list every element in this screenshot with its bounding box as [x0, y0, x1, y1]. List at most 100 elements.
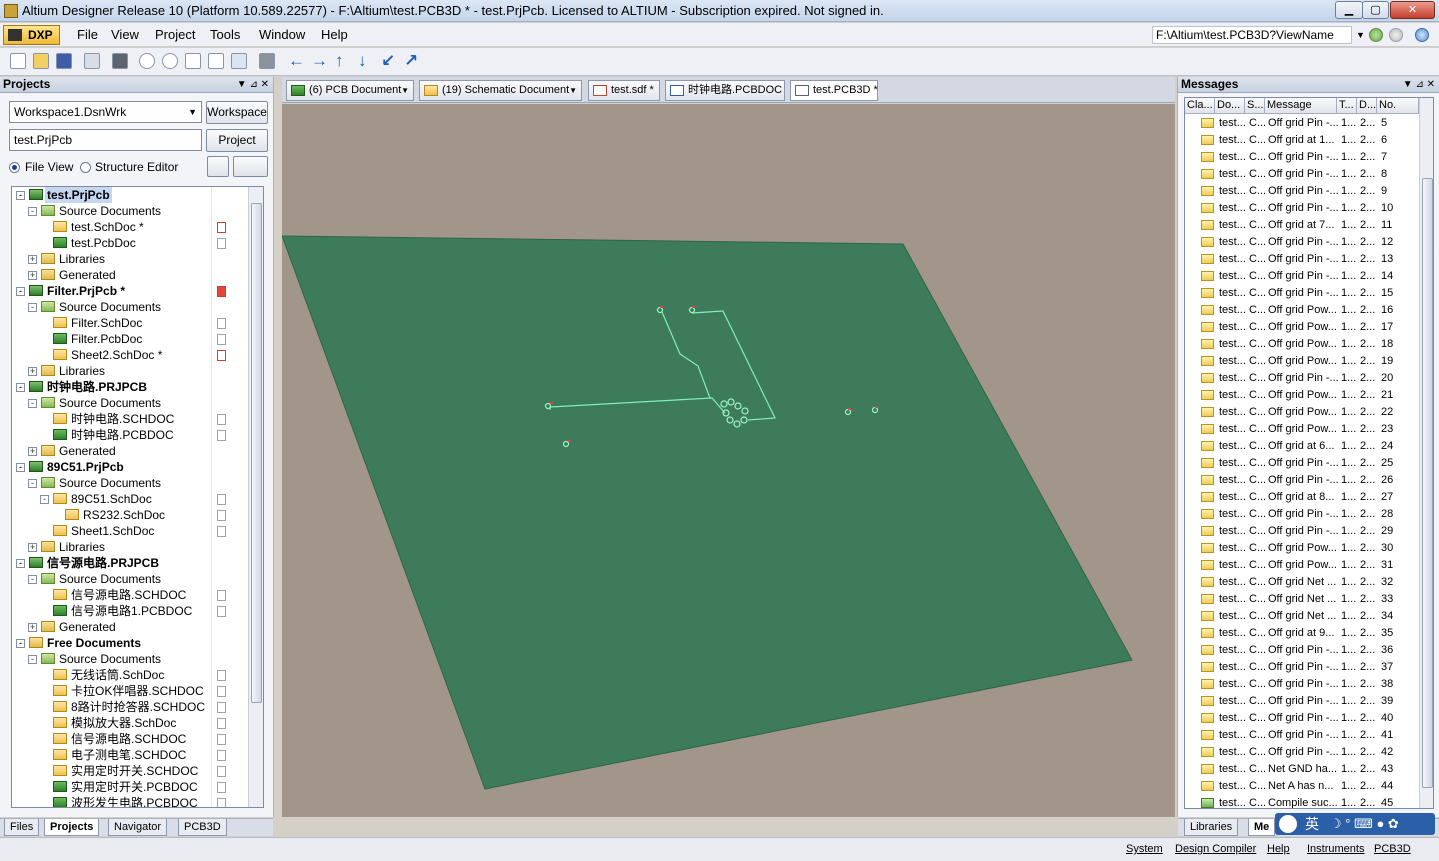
- tree-item[interactable]: - Free Documents: [12, 635, 248, 651]
- collapse-icon[interactable]: -: [16, 383, 25, 392]
- file-view-radio[interactable]: [9, 162, 20, 173]
- tree-item[interactable]: + Libraries: [12, 251, 248, 267]
- column-header-message[interactable]: Message: [1265, 98, 1337, 114]
- back-icon[interactable]: [1369, 28, 1383, 42]
- pcb-board[interactable]: [282, 235, 1133, 790]
- column-header-number[interactable]: No.: [1377, 98, 1419, 114]
- tree-item[interactable]: RS232.SchDoc: [12, 507, 248, 523]
- forward-icon[interactable]: [1389, 28, 1403, 42]
- tree-scrollbar[interactable]: [248, 187, 263, 807]
- tree-item[interactable]: Sheet2.SchDoc *: [12, 347, 248, 363]
- project-options-icon[interactable]: [207, 156, 229, 177]
- tree-item[interactable]: 模拟放大器.SchDoc: [12, 715, 248, 731]
- arrow-up-right-icon[interactable]: ↗: [404, 51, 418, 71]
- tree-item[interactable]: - 89C51.SchDoc: [12, 491, 248, 507]
- message-row[interactable]: test... C... Off grid Pow... 1... 2... 30: [1185, 540, 1419, 557]
- save-icon[interactable]: [56, 53, 72, 69]
- tree-item[interactable]: - Source Documents: [12, 299, 248, 315]
- tab-messages[interactable]: Me: [1248, 819, 1276, 836]
- tree-item[interactable]: + Generated: [12, 267, 248, 283]
- message-row[interactable]: test... C... Off grid Pin -... 1... 2... 12: [1185, 234, 1419, 251]
- tree-item[interactable]: 电子测电笔.SCHDOC: [12, 747, 248, 763]
- new-icon[interactable]: [10, 53, 26, 69]
- panel-controls-icon[interactable]: ▼ ⊿ ✕: [237, 77, 269, 92]
- tab-pcb-document-group[interactable]: (6) PCB Document ▼: [286, 80, 414, 101]
- arrow-left-icon[interactable]: ←: [288, 51, 305, 71]
- message-row[interactable]: test... C... Off grid Pin -... 1... 2... 40: [1185, 710, 1419, 727]
- expand-icon[interactable]: +: [28, 255, 37, 264]
- menu-project[interactable]: Project: [155, 27, 195, 42]
- address-input[interactable]: F:\Altium\test.PCB3D?ViewName: [1152, 26, 1352, 44]
- home-icon[interactable]: [1415, 28, 1429, 42]
- tree-item[interactable]: 8路计时抢答器.SCHDOC: [12, 699, 248, 715]
- zoom-selected-icon[interactable]: [231, 53, 247, 69]
- collapse-icon[interactable]: -: [16, 287, 25, 296]
- tree-item[interactable]: 信号源电路.SCHDOC: [12, 731, 248, 747]
- tree-item[interactable]: - Source Documents: [12, 203, 248, 219]
- message-row[interactable]: test... C... Off grid Pow... 1... 2... 31: [1185, 557, 1419, 574]
- tree-item[interactable]: + Generated: [12, 619, 248, 635]
- expand-icon[interactable]: +: [28, 543, 37, 552]
- tab-schematic-document-group[interactable]: (19) Schematic Document ▼: [419, 80, 582, 101]
- message-row[interactable]: test... C... Off grid Pin -... 1... 2... 39: [1185, 693, 1419, 710]
- message-row[interactable]: test... C... Off grid Pin -... 1... 2... 38: [1185, 676, 1419, 693]
- project-field[interactable]: test.PrjPcb: [9, 129, 202, 151]
- message-row[interactable]: test... C... Off grid Pin -... 1... 2... 26: [1185, 472, 1419, 489]
- message-row[interactable]: test... C... Off grid Pin -... 1... 2... 42: [1185, 744, 1419, 761]
- message-row[interactable]: test... C... Off grid Pin -... 1... 2... 36: [1185, 642, 1419, 659]
- arrow-down-icon[interactable]: ↓: [358, 51, 367, 71]
- message-row[interactable]: test... C... Off grid Pin -... 1... 2... 7: [1185, 149, 1419, 166]
- print-icon[interactable]: [84, 53, 100, 69]
- tab-files[interactable]: Files: [4, 819, 40, 836]
- tab-navigator[interactable]: Navigator: [108, 819, 168, 836]
- tree-item[interactable]: - Source Documents: [12, 475, 248, 491]
- column-header-class[interactable]: Cla...: [1185, 98, 1215, 114]
- maximize-button[interactable]: ▢: [1362, 1, 1389, 19]
- message-row[interactable]: test... C... Off grid Pin -... 1... 2... 10: [1185, 200, 1419, 217]
- tab-test-pcb3d[interactable]: test.PCB3D *: [790, 80, 878, 101]
- tree-item[interactable]: Sheet1.SchDoc: [12, 523, 248, 539]
- close-button[interactable]: ✕: [1390, 1, 1435, 19]
- message-row[interactable]: test... C... Off grid Pow... 1... 2... 22: [1185, 404, 1419, 421]
- message-row[interactable]: test... C... Off grid Pin -... 1... 2... 13: [1185, 251, 1419, 268]
- project-menu-icon[interactable]: [233, 156, 268, 177]
- menu-view[interactable]: View: [111, 27, 139, 42]
- messages-scrollbar[interactable]: [1419, 98, 1433, 808]
- column-header-time[interactable]: T...: [1337, 98, 1357, 114]
- ime-toolbar[interactable]: 英 ☽ ° ⌨ ● ✿: [1275, 813, 1435, 835]
- menu-help[interactable]: Help: [321, 27, 348, 42]
- message-row[interactable]: test... C... Off grid Net ... 1... 2... 33: [1185, 591, 1419, 608]
- tree-item[interactable]: 信号源电路1.PCBDOC: [12, 603, 248, 619]
- tab-pcb3d[interactable]: PCB3D: [178, 819, 227, 836]
- tree-item[interactable]: - test.PrjPcb: [12, 187, 248, 203]
- menu-window[interactable]: Window: [259, 27, 305, 42]
- tree-item[interactable]: test.PcbDoc: [12, 235, 248, 251]
- tab-clock-circuit-pcbdoc[interactable]: 时钟电路.PCBDOC: [665, 80, 785, 101]
- panel-controls-icon[interactable]: ▼ ⊿ ✕: [1403, 77, 1435, 92]
- dxp-menu-button[interactable]: DXP: [3, 25, 60, 45]
- tree-item[interactable]: + Libraries: [12, 539, 248, 555]
- tree-item[interactable]: 实用定时开关.PCBDOC: [12, 779, 248, 795]
- message-row[interactable]: test... C... Off grid Pin -... 1... 2... 20: [1185, 370, 1419, 387]
- expand-icon[interactable]: +: [28, 623, 37, 632]
- pcb3d-viewport[interactable]: [282, 104, 1175, 817]
- tree-item[interactable]: - 信号源电路.PRJPCB: [12, 555, 248, 571]
- tree-item[interactable]: - Source Documents: [12, 395, 248, 411]
- collapse-icon[interactable]: -: [16, 463, 25, 472]
- collapse-icon[interactable]: -: [28, 303, 37, 312]
- tab-projects[interactable]: Projects: [44, 819, 100, 836]
- status-design-compiler[interactable]: Design Compiler: [1175, 843, 1256, 855]
- collapse-icon[interactable]: -: [28, 399, 37, 408]
- collapse-icon[interactable]: -: [28, 479, 37, 488]
- message-row[interactable]: test... C... Off grid Pin -... 1... 2... 41: [1185, 727, 1419, 744]
- tree-item[interactable]: Filter.SchDoc: [12, 315, 248, 331]
- message-row[interactable]: test... C... Compile suc... 1... 2... 45: [1185, 795, 1419, 808]
- column-header-document[interactable]: Do...: [1215, 98, 1245, 114]
- expand-icon[interactable]: +: [28, 447, 37, 456]
- zoom-fit-icon[interactable]: [185, 53, 201, 69]
- cross-probe-icon[interactable]: [259, 53, 275, 69]
- workspace-button[interactable]: Workspace: [206, 101, 268, 124]
- message-row[interactable]: test... C... Off grid Pin -... 1... 2... 9: [1185, 183, 1419, 200]
- tree-scroll-thumb[interactable]: [251, 203, 262, 703]
- tree-item[interactable]: - Source Documents: [12, 651, 248, 667]
